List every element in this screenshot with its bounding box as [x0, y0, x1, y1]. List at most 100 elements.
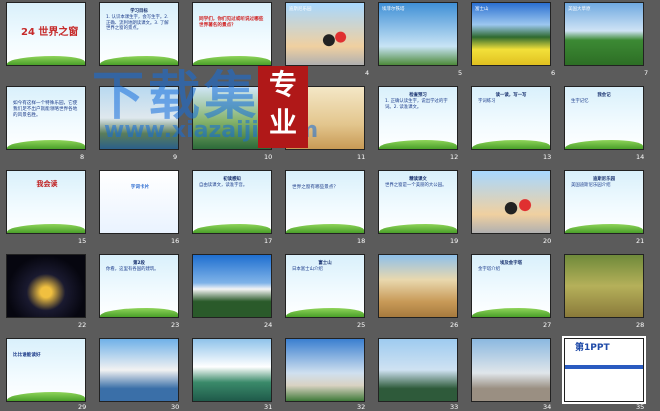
slide-28[interactable] — [564, 254, 644, 318]
slide-body: 世界之窗是一个美丽的大公园。 — [385, 183, 447, 189]
slide-22[interactable] — [6, 254, 86, 318]
slide-number: 5 — [458, 69, 463, 77]
slide-23[interactable]: 第2段 你看，这里有各国的建筑。 — [99, 254, 179, 318]
slide-text: 我会记 生字记忆 — [571, 93, 637, 105]
slide-21[interactable]: 迪斯尼乐园 美国迪斯尼乐园介绍 — [564, 170, 644, 234]
taj-mahal-photo — [100, 339, 178, 401]
slide-text: 读一读，写一写 字词练习 — [478, 93, 544, 105]
slide-number: 20 — [543, 237, 552, 245]
slide-32[interactable] — [285, 338, 365, 402]
slide-text: 我会读 — [36, 180, 58, 188]
slide-number: 23 — [171, 321, 180, 329]
slide-number: 28 — [636, 321, 645, 329]
prairie-photo — [565, 3, 643, 65]
slide-text: 精读课文 世界之窗是一个美丽的大公园。 — [385, 177, 451, 189]
slide-30[interactable] — [99, 338, 179, 402]
slide-heading: 我会记 — [597, 93, 611, 98]
slide-number: 6 — [551, 69, 556, 77]
slide-heading: 检查预习 — [409, 93, 427, 98]
slide-13[interactable]: 读一读，写一写 字词练习 — [471, 86, 551, 150]
slide-number: 16 — [171, 237, 180, 245]
slide-1[interactable]: 24 世界之窗 — [6, 2, 86, 66]
slide-number: 22 — [78, 321, 87, 329]
watermark-seal: 专业 — [258, 66, 308, 148]
slide-19[interactable]: 精读课文 世界之窗是一个美丽的大公园。 — [378, 170, 458, 234]
slide-number: 18 — [357, 237, 366, 245]
slide-label: 富士山 — [475, 7, 489, 12]
pisa-photo — [286, 339, 364, 401]
slide-heading: 学习目标 — [130, 9, 148, 14]
slide-number: 19 — [450, 237, 459, 245]
slide-heading: 埃及金字塔 — [500, 261, 522, 266]
slide-body: 自由读课文，读准字音。 — [199, 183, 248, 189]
slide-number: 21 — [636, 237, 645, 245]
slide-body: 日本富士山介绍 — [292, 267, 323, 273]
slide-number: 17 — [264, 237, 273, 245]
slide-number: 13 — [543, 153, 552, 161]
slide-heading: 第2段 — [133, 261, 145, 266]
eiffel-photo — [379, 3, 457, 65]
slide-text: 比比谁能读好 — [13, 353, 41, 358]
slide-number: 14 — [636, 153, 645, 161]
pyramid-photo — [379, 255, 457, 317]
slide-number: 12 — [450, 153, 459, 161]
slide-heading: 读一读，写一写 — [495, 93, 527, 98]
slide-6[interactable]: 富士山 — [471, 2, 551, 66]
slide-text: 富士山 日本富士山介绍 — [292, 261, 358, 273]
slide-8[interactable]: 如今有这样一个特殊乐园，它使我们足不出户就能领略世界各地的风景名胜。 — [6, 86, 86, 150]
disney-photo — [286, 3, 364, 65]
slide-26[interactable] — [378, 254, 458, 318]
slide-body: 金字塔介绍 — [478, 267, 500, 273]
arc-photo — [472, 339, 550, 401]
disney-photo — [472, 171, 550, 233]
slide-heading: 迪斯尼乐园 — [593, 177, 615, 182]
slide-4[interactable]: 迪斯尼乐园 — [285, 2, 365, 66]
slide-body: 字词练习 — [478, 99, 496, 105]
fuji-photo — [193, 255, 271, 317]
slide-heading: 精读课文 — [409, 177, 427, 182]
slide-body: 1. 认识本课生字，会写生字。2. 正确、流利地朗读课文。3. 了解世界之窗的景… — [106, 15, 169, 31]
slide-body: 美国迪斯尼乐园介绍 — [571, 183, 611, 189]
slide-text: 同学们，你们见过或听说过哪些世界著名的景点？ — [199, 17, 264, 28]
slide-label: 美国大草原 — [568, 7, 591, 12]
slide-number: 15 — [78, 237, 87, 245]
slide-33[interactable] — [378, 338, 458, 402]
slide-31[interactable] — [192, 338, 272, 402]
slide-17[interactable]: 初读感知 自由读课文，读准字音。 — [192, 170, 272, 234]
slide-7[interactable]: 美国大草原 — [564, 2, 644, 66]
slide-16[interactable]: 字词卡片 — [99, 170, 179, 234]
slide-12[interactable]: 检查预习 1. 正确认读生字，说出学过的字词。2. 读准课文。 — [378, 86, 458, 150]
slide-25[interactable]: 富士山 日本富士山介绍 — [285, 254, 365, 318]
slide-number: 9 — [173, 153, 178, 161]
slide-number: 7 — [644, 69, 649, 77]
slide-number: 27 — [543, 321, 552, 329]
slide-5[interactable]: 埃菲尔铁塔 — [378, 2, 458, 66]
slide-29[interactable]: 比比谁能读好 — [6, 338, 86, 402]
slide-24[interactable] — [192, 254, 272, 318]
slide-text: 初读感知 自由读课文，读准字音。 — [199, 177, 265, 189]
slide-20[interactable] — [471, 170, 551, 234]
slide-heading: 初读感知 — [223, 177, 241, 182]
slide-18[interactable]: 世界之窗有哪些景点？ — [285, 170, 365, 234]
slide-text: 检查预习 1. 正确认读生字，说出学过的字词。2. 读准课文。 — [385, 93, 451, 110]
slide-label: 迪斯尼乐园 — [289, 7, 312, 12]
slide-text: 学习目标 1. 认识本课生字，会写生字。2. 正确、流利地朗读课文。3. 了解世界… — [106, 9, 172, 31]
slide-15[interactable]: 我会读 — [6, 170, 86, 234]
slide-text: 埃及金字塔 金字塔介绍 — [478, 261, 544, 273]
slide-rule — [565, 365, 643, 369]
slide-14[interactable]: 我会记 生字记忆 — [564, 86, 644, 150]
slide-27[interactable]: 埃及金字塔 金字塔介绍 — [471, 254, 551, 318]
slide-number: 11 — [357, 153, 366, 161]
slide-title: 24 世界之窗 — [21, 27, 79, 38]
slide-number: 4 — [365, 69, 370, 77]
slide-number: 10 — [264, 153, 273, 161]
slide-text: 世界之窗有哪些景点？ — [292, 185, 338, 190]
slide-number: 25 — [357, 321, 366, 329]
slide-label: 埃菲尔铁塔 — [382, 7, 405, 12]
slide-35[interactable]: 第1PPT — [562, 336, 646, 404]
slide-number: 24 — [264, 321, 273, 329]
slide-34[interactable] — [471, 338, 551, 402]
slide-text: 第2段 你看，这里有各国的建筑。 — [106, 261, 172, 273]
slide-number: 26 — [450, 321, 459, 329]
eiffel-night-photo — [7, 255, 85, 317]
